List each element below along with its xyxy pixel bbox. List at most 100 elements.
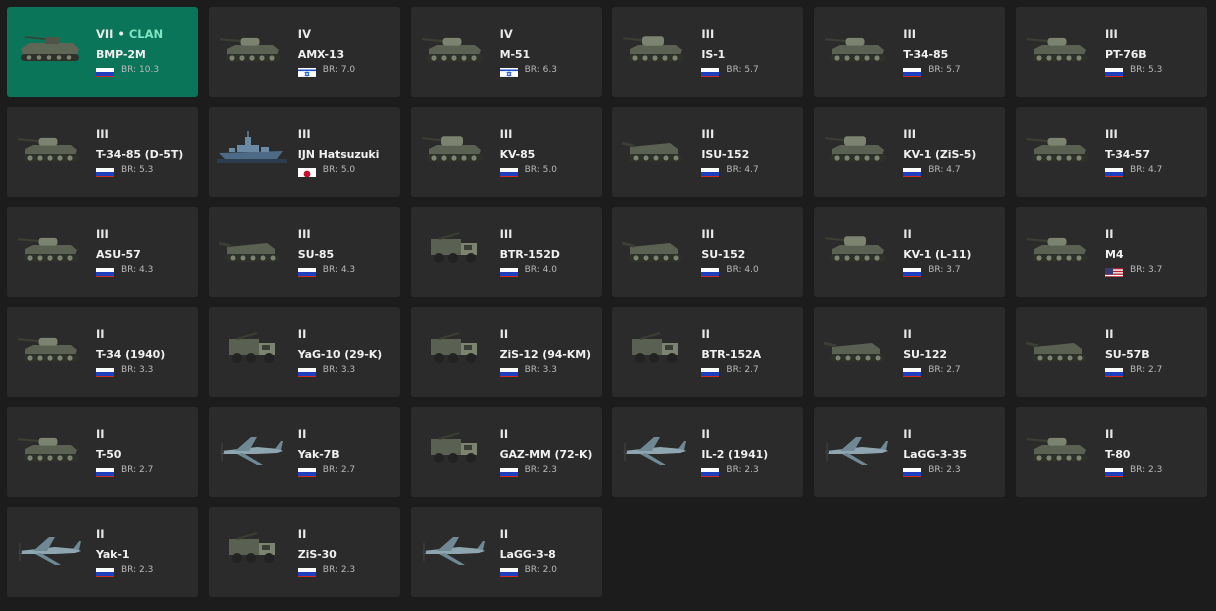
vehicle-card[interactable]: III SU-152 BR: 4.0	[612, 207, 804, 297]
flag-ussr-icon	[96, 265, 114, 277]
vehicle-name-text: T-34-85 (D-5T)	[96, 148, 184, 161]
flag-israel-icon	[499, 65, 518, 77]
vehicle-light-tank-icon	[1024, 25, 1094, 69]
vehicle-card[interactable]: III PT-76B BR: 5.3	[1015, 7, 1207, 97]
vehicle-ifv-icon	[15, 25, 85, 69]
vehicle-name: T-34-57	[1105, 148, 1150, 161]
vehicle-name-text: T-80	[1104, 448, 1131, 461]
vehicle-rank: II	[298, 327, 307, 341]
vehicle-card[interactable]: III IS-1 BR: 5.7	[612, 7, 804, 97]
rank-label: II	[96, 327, 105, 341]
vehicle-card[interactable]: III SU-85 BR: 4.3	[208, 207, 400, 297]
vehicle-card[interactable]: III T-34-85 (D-5T) BR: 5.3	[7, 107, 198, 197]
flag-israel-icon	[297, 65, 316, 77]
vehicle-card[interactable]: II SU-122 BR: 2.7	[814, 307, 1006, 397]
vehicle-card[interactable]: II GAZ-MM (72-K) BR: 2.3	[410, 407, 602, 497]
vehicle-card[interactable]: II ZiS-12 (94-KM) BR: 3.3	[410, 307, 602, 397]
vehicle-tank-destroyer-icon	[620, 125, 690, 169]
vehicle-card[interactable]: III KV-85 BR: 5.0	[410, 107, 602, 197]
rank-label: II	[96, 527, 105, 541]
vehicle-truck-icon	[419, 225, 489, 269]
vehicle-card[interactable]: II SU-57B BR: 2.7	[1015, 307, 1207, 397]
vehicle-name: BTR-152D	[500, 248, 560, 261]
vehicle-card[interactable]: II LaGG-3-8 BR: 2.0	[410, 507, 602, 597]
vehicle-card[interactable]: VII • CLAN BMP-2M BR: 10.3	[7, 7, 198, 97]
vehicle-name: BMP-2M	[96, 48, 146, 61]
vehicle-card[interactable]: II Yak-1 BR: 2.3	[7, 507, 198, 597]
rank-label: III	[701, 27, 715, 41]
vehicle-name: Yak-7B	[298, 448, 340, 461]
vehicle-card[interactable]: II M4 BR: 3.7	[1015, 207, 1207, 297]
battle-rating: BR: 5.7	[726, 65, 759, 75]
vehicle-name-text: Yak-1	[96, 548, 130, 561]
vehicle-card[interactable]: II T-80 BR: 2.3	[1015, 407, 1207, 497]
flag-ussr-icon	[96, 565, 114, 577]
rank-label: IV	[499, 27, 513, 41]
vehicle-rank: III	[1105, 127, 1118, 141]
rank-label: II	[499, 327, 509, 341]
vehicle-card[interactable]: III T-34-57 BR: 4.7	[1015, 107, 1207, 197]
vehicle-rank: II	[701, 427, 710, 441]
vehicle-name-text: IJN Hatsuzuki	[297, 148, 380, 161]
vehicle-card[interactable]: II YaG-10 (29-K) BR: 3.3	[208, 307, 400, 397]
vehicle-rank: III	[500, 127, 513, 141]
rank-label: II	[297, 427, 307, 441]
vehicle-name: SU-122	[903, 348, 947, 361]
vehicle-card[interactable]: III KV-1 (ZiS-5) BR: 4.7	[814, 107, 1006, 197]
battle-rating: BR: 5.7	[928, 65, 961, 75]
vehicle-ship-icon	[216, 125, 287, 169]
vehicle-name: LaGG-3-8	[500, 548, 556, 561]
flag-ussr-icon	[297, 565, 316, 577]
vehicle-name: KV-85	[500, 148, 536, 161]
vehicle-rank: II	[500, 527, 509, 541]
vehicle-card[interactable]: II LaGG-3-35 BR: 2.3	[814, 407, 1006, 497]
vehicle-rank: III	[1105, 27, 1118, 41]
vehicle-card[interactable]: III T-34-85 BR: 5.7	[814, 7, 1006, 97]
vehicle-plane-icon	[419, 525, 489, 569]
rank-separator: •	[113, 27, 129, 41]
vehicle-tank-icon	[419, 25, 489, 69]
battle-rating: BR: 2.3	[726, 465, 759, 475]
vehicle-card[interactable]: II ZiS-30 BR: 2.3	[208, 507, 400, 597]
vehicle-name: T-34 (1940)	[96, 348, 165, 361]
vehicle-rank: II	[96, 327, 105, 341]
battle-rating: BR: 2.3	[524, 465, 557, 475]
vehicle-plane-icon	[217, 425, 287, 469]
battle-rating: BR: 2.0	[524, 565, 557, 575]
vehicle-card[interactable]: III ASU-57 BR: 4.3	[7, 207, 198, 297]
rank-label: III	[96, 227, 109, 241]
vehicle-name-text: GAZ-MM (72-K)	[499, 448, 593, 461]
rank-label: II	[903, 427, 912, 441]
rank-label: II	[297, 327, 307, 341]
vehicle-card[interactable]: III BTR-152D BR: 4.0	[410, 207, 602, 297]
vehicle-card[interactable]: II KV-1 (L-11) BR: 3.7	[814, 207, 1006, 297]
rank-label: II	[1104, 227, 1114, 241]
vehicle-card[interactable]: II Yak-7B BR: 2.7	[208, 407, 400, 497]
vehicle-name-text: SU-152	[701, 248, 746, 261]
vehicle-card[interactable]: IV AMX-13 BR: 7.0	[208, 7, 400, 97]
vehicle-tank-destroyer-icon	[217, 225, 287, 269]
vehicle-card[interactable]: III ISU-152 BR: 4.7	[612, 107, 804, 197]
vehicle-card[interactable]: II T-50 BR: 2.7	[7, 407, 198, 497]
vehicle-rank: II	[1105, 327, 1114, 341]
vehicle-heavy-tank-icon	[822, 125, 892, 169]
vehicle-card[interactable]: II IL-2 (1941) BR: 2.3	[612, 407, 804, 497]
rank-label: II	[96, 427, 105, 441]
vehicle-card[interactable]: III IJN Hatsuzuki BR: 5.0	[208, 107, 400, 197]
flag-ussr-icon	[701, 465, 720, 477]
vehicle-name-text: T-34 (1940)	[96, 348, 166, 361]
vehicle-card[interactable]: IV M-51 BR: 6.3	[410, 7, 602, 97]
vehicle-heavy-tank-icon	[419, 125, 489, 169]
flag-ussr-icon	[903, 165, 922, 177]
rank-label: II	[297, 527, 307, 541]
vehicle-card[interactable]: II T-34 (1940) BR: 3.3	[7, 307, 198, 397]
vehicle-card[interactable]: II BTR-152A BR: 2.7	[612, 307, 804, 397]
vehicle-name-text: SU-57B	[1104, 348, 1150, 361]
vehicle-name: Yak-1	[96, 548, 130, 561]
clan-badge: CLAN	[128, 27, 164, 41]
flag-ussr-icon	[1104, 65, 1123, 77]
vehicle-rank: II	[1105, 427, 1114, 441]
vehicle-rank: II	[500, 327, 509, 341]
rank-label: II	[499, 427, 509, 441]
rank-label: II	[701, 327, 710, 341]
